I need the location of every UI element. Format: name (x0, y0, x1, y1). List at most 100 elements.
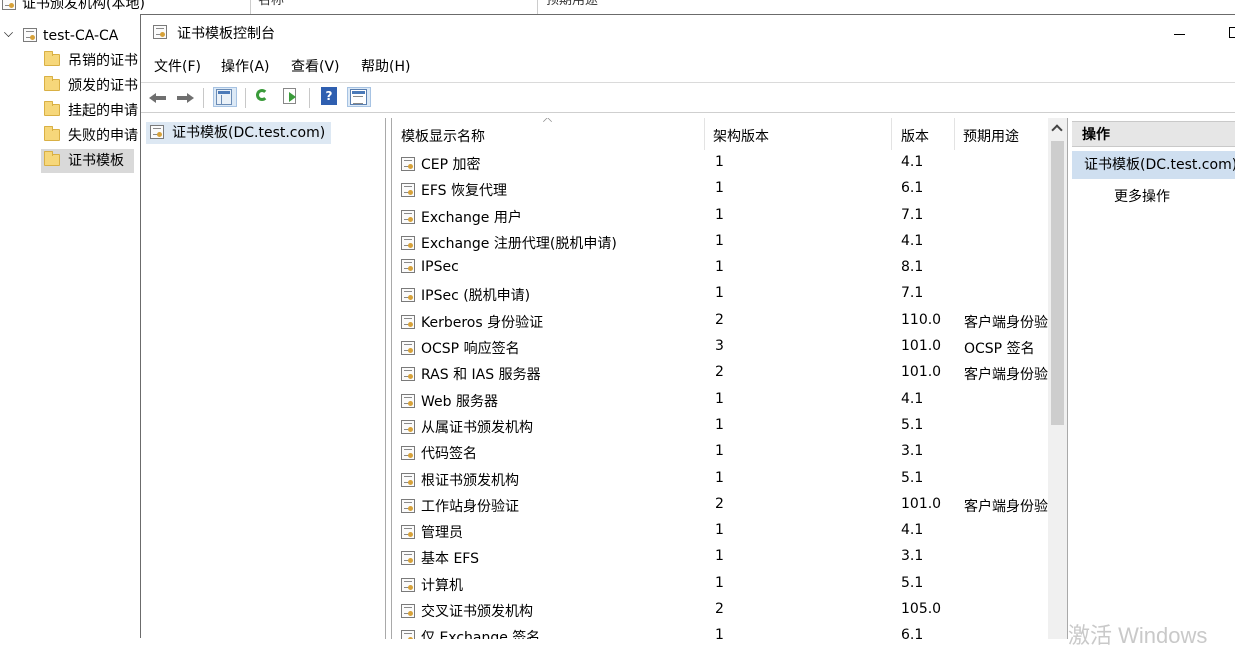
refresh-button[interactable] (253, 87, 275, 107)
table-row[interactable]: 从属证书颁发机构 1 5.1 (392, 413, 1050, 439)
table-row[interactable]: Exchange 注册代理(脱机申请) 1 4.1 (392, 229, 1050, 255)
table-row[interactable]: RAS 和 IAS 服务器 2 101.0 客户端身份验 (392, 360, 1050, 386)
table-row[interactable]: CEP 加密 1 4.1 (392, 150, 1050, 176)
properties-icon (350, 89, 367, 105)
table-row[interactable]: IPSec (脱机申请) 1 7.1 (392, 281, 1050, 307)
cell-schema-version: 1 (715, 390, 724, 407)
cell-template-name: 代码签名 (401, 443, 706, 463)
bg-column-header-purpose[interactable]: 预期用途 (546, 0, 598, 8)
table-row[interactable]: 计算机 1 5.1 (392, 571, 1050, 597)
table-row[interactable]: 基本 EFS 1 3.1 (392, 544, 1050, 570)
cell-intended-purpose: 客户端身份验 (964, 498, 1048, 515)
menu-action[interactable]: 操作(A) (221, 56, 270, 76)
cell-template-name: 计算机 (401, 575, 706, 595)
column-header-schema-version[interactable]: 架构版本 (713, 126, 769, 146)
menu-help[interactable]: 帮助(H) (361, 56, 410, 76)
cell-schema-version: 1 (715, 154, 724, 170)
folder-icon (44, 126, 60, 141)
cell-version: 4.1 (901, 232, 924, 249)
cell-template-name: 从属证书颁发机构 (401, 417, 706, 437)
chevron-down-icon[interactable] (4, 28, 13, 37)
certificate-template-icon (401, 314, 415, 329)
table-row[interactable]: 交叉证书颁发机构 2 105.0 (392, 597, 1050, 623)
table-row[interactable]: IPSec 1 8.1 (392, 255, 1050, 281)
minimize-button[interactable] (1161, 21, 1197, 45)
activate-windows-watermark: 激活 Windows (1068, 623, 1208, 648)
show-hide-action-pane-button[interactable] (347, 87, 371, 107)
maximize-button[interactable] (1219, 21, 1235, 45)
cell-template-name: 工作站身份验证 (401, 496, 706, 516)
scroll-up-button[interactable] (1048, 118, 1067, 137)
table-row[interactable]: Web 服务器 1 4.1 (392, 387, 1050, 413)
cell-intended-purpose: 客户端身份验 (964, 314, 1048, 331)
table-row[interactable]: Exchange 用户 1 7.1 (392, 203, 1050, 229)
folder-icon (44, 151, 60, 166)
cell-schema-version: 1 (715, 285, 724, 302)
table-row[interactable]: 根证书颁发机构 1 5.1 (392, 466, 1050, 492)
actions-section-certificate-templates[interactable]: 证书模板(DC.test.com) (1072, 151, 1235, 179)
title-bar[interactable]: 证书模板控制台 (141, 15, 1235, 49)
cell-version: 7.1 (901, 206, 924, 223)
column-header-template-name[interactable]: 模板显示名称 (401, 126, 485, 146)
export-list-button[interactable] (280, 87, 302, 107)
cell-template-name: RAS 和 IAS 服务器 (401, 364, 706, 384)
folder-icon (44, 76, 60, 91)
column-separator[interactable] (704, 118, 705, 150)
certificate-template-icon (401, 472, 415, 487)
certificate-template-icon (401, 577, 415, 592)
column-header-intended-purpose[interactable]: 预期用途 (963, 126, 1019, 146)
cell-template-name: Exchange 注册代理(脱机申请) (401, 233, 706, 253)
help-button[interactable]: ? (318, 87, 340, 107)
cell-template-name: IPSec (401, 259, 706, 275)
tree-item-certificate-templates[interactable]: 证书模板(DC.test.com) (146, 122, 332, 144)
certificate-template-icon (401, 525, 415, 540)
cell-template-name: 交叉证书颁发机构 (401, 601, 706, 621)
toolbar: ? (141, 82, 1235, 113)
cell-version: 4.1 (901, 390, 924, 407)
cell-version: 4.1 (901, 522, 924, 539)
bg-tree-item-pending[interactable]: 挂起的申请 (44, 99, 138, 123)
bg-tree-item-templates[interactable]: 证书模板 (41, 149, 134, 173)
bg-tree-ca-node[interactable]: test-CA-CA (4, 24, 118, 48)
bg-tree-item-issued[interactable]: 颁发的证书 (44, 74, 138, 98)
certificate-template-icon (401, 157, 415, 171)
column-header-version[interactable]: 版本 (901, 126, 929, 146)
cell-version: 110.0 (901, 311, 942, 328)
certificate-template-icon (401, 183, 415, 198)
cell-version: 5.1 (901, 416, 924, 433)
more-actions-link[interactable]: 更多操作 (1114, 186, 1170, 206)
table-row[interactable]: 代码签名 1 3.1 (392, 439, 1050, 465)
back-button[interactable] (147, 87, 169, 107)
table-row[interactable]: EFS 恢复代理 1 6.1 (392, 176, 1050, 202)
table-row[interactable]: Kerberos 身份验证 2 110.0 客户端身份验 (392, 308, 1050, 334)
bg-tree-root[interactable]: 证书颁发机构(本地) (2, 0, 145, 16)
cell-schema-version: 1 (715, 469, 724, 486)
scroll-thumb[interactable] (1051, 141, 1064, 425)
toolbar-separator (309, 88, 310, 108)
cell-schema-version: 1 (715, 180, 724, 197)
cell-schema-version: 1 (715, 259, 724, 276)
certificate-template-icon (401, 235, 415, 250)
vertical-scrollbar[interactable] (1048, 118, 1067, 639)
show-hide-console-tree-button[interactable] (213, 87, 237, 107)
template-rows: CEP 加密 1 4.1 EFS 恢复代理 1 6.1 Exchange 用户 1 7.1 Exc… (392, 150, 1050, 639)
menu-view[interactable]: 查看(V) (291, 56, 340, 76)
menu-file[interactable]: 文件(F) (154, 56, 201, 76)
certificate-template-icon (401, 259, 415, 274)
column-separator[interactable] (954, 118, 955, 150)
table-row[interactable]: OCSP 响应签名 3 101.0 OCSP 签名 (392, 334, 1050, 360)
actions-pane: 操作 证书模板(DC.test.com) 更多操作 (1072, 118, 1235, 639)
table-row[interactable]: 工作站身份验证 2 101.0 客户端身份验 (392, 492, 1050, 518)
cell-template-name: Exchange 用户 (401, 207, 706, 227)
table-row[interactable]: 管理员 1 4.1 (392, 518, 1050, 544)
column-separator[interactable] (891, 118, 892, 150)
table-row[interactable]: 仅 Exchange 签名 1 6.1 (392, 623, 1050, 639)
cell-schema-version: 3 (715, 338, 724, 355)
forward-button[interactable] (174, 87, 196, 107)
bg-tree-item-failed[interactable]: 失败的申请 (44, 124, 138, 148)
certificate-template-icon (401, 446, 415, 461)
bg-tree-item-revoked[interactable]: 吊销的证书 (44, 49, 138, 73)
cell-version: 5.1 (901, 574, 924, 591)
bg-column-header-name[interactable]: 名称 (258, 0, 284, 8)
certificate-template-icon (401, 367, 415, 382)
